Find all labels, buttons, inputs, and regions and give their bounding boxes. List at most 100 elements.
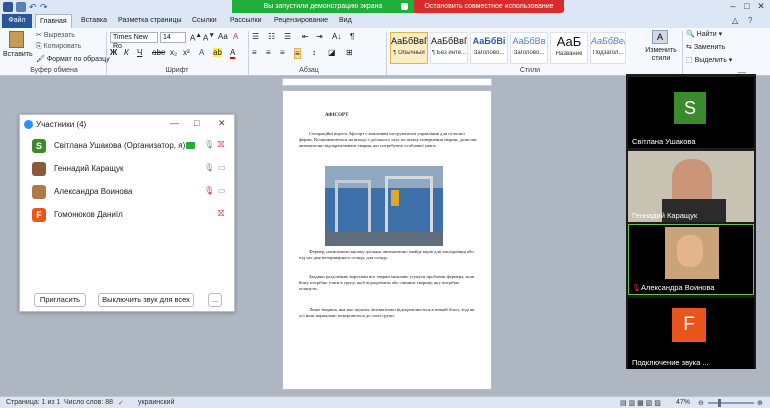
video-tile[interactable]: S Світлана Ушакова <box>628 77 754 148</box>
style-no-spacing[interactable]: АаБбВвГг, ¶ Без инте... <box>430 32 468 64</box>
minimize-icon[interactable]: – <box>726 1 740 12</box>
video-off-icon[interactable]: ⛝ <box>218 209 224 219</box>
page-count[interactable]: Страница: 1 из 1 <box>6 399 60 406</box>
more-button[interactable]: ... <box>208 293 222 307</box>
document-page[interactable]: АФІСОРТ Сепараційні ворота Афісорт є важ… <box>282 90 492 390</box>
tab-home[interactable]: Главная <box>35 14 72 28</box>
paste-button[interactable]: Вставить <box>3 31 33 63</box>
shading-icon[interactable]: ◪ <box>328 48 336 57</box>
replace-button[interactable]: ⇆ Заменить <box>686 43 725 51</box>
justify-icon[interactable]: ≡ <box>294 48 301 59</box>
horizontal-ruler[interactable] <box>282 78 492 86</box>
mute-all-button[interactable]: Выключить звук для всех <box>98 293 194 307</box>
video-icon[interactable]: ▭ <box>218 186 226 195</box>
save-icon[interactable] <box>16 2 26 12</box>
minimize-ribbon-icon[interactable]: △ <box>728 14 742 28</box>
shrink-font-icon[interactable]: A▼ <box>203 32 215 43</box>
zoom-slider-thumb[interactable] <box>718 399 721 407</box>
tab-page-layout[interactable]: Разметка страницы <box>114 14 186 28</box>
minimize-icon[interactable]: — <box>170 118 179 128</box>
style-title[interactable]: АаБ Название <box>550 32 588 64</box>
underline-icon[interactable]: Ч <box>137 48 142 57</box>
show-marks-icon[interactable]: ¶ <box>350 32 354 41</box>
spelling-icon[interactable]: ✓ <box>118 399 124 407</box>
numbering-icon[interactable]: ☷ <box>268 32 275 41</box>
video-icon[interactable]: ▭ <box>218 163 226 172</box>
undo-icon[interactable]: ↶ <box>29 2 39 12</box>
superscript-icon[interactable]: x² <box>183 48 190 57</box>
strikethrough-icon[interactable]: abe <box>152 48 165 57</box>
close-icon[interactable]: ✕ <box>218 118 226 129</box>
maximize-icon[interactable]: □ <box>740 1 754 12</box>
zoom-level[interactable]: 47% <box>676 399 690 406</box>
video-tile-active[interactable]: Александра Воинова 🎙 <box>628 224 754 295</box>
participant-row[interactable]: F Гомонюков Даниїл ⛝ <box>20 204 234 226</box>
video-tile[interactable]: F Подключение звука ... <box>628 298 754 369</box>
tab-insert[interactable]: Вставка <box>77 14 111 28</box>
pause-icon[interactable] <box>401 3 408 10</box>
change-styles-button[interactable]: A Изменить стили <box>640 30 680 64</box>
style-heading-1[interactable]: АаБбВі Заголово... <box>470 32 508 64</box>
stop-share-button[interactable]: Остановить совместное использование <box>414 0 564 13</box>
zoom-out-icon[interactable]: ⊖ <box>698 399 704 407</box>
subscript-icon[interactable]: x₂ <box>170 48 177 57</box>
bold-icon[interactable]: Ж <box>110 48 117 57</box>
participant-row[interactable]: S Світлана Ушакова (Организатор, я) 🎙 ⛝ <box>20 135 234 157</box>
word-app-icon <box>3 2 13 12</box>
highlight-icon[interactable]: ab <box>213 48 222 57</box>
sort-icon[interactable]: A↓ <box>332 32 341 41</box>
select-button[interactable]: ⬚ Выделить ▾ <box>686 56 732 64</box>
document-paragraph: Завдяки розділенню воротами все тварин м… <box>299 274 475 291</box>
format-painter-button[interactable]: 🖌 Формат по образцу <box>36 55 110 63</box>
participant-row[interactable]: Александра Воинова 🎙 ▭ <box>20 181 234 203</box>
increase-indent-icon[interactable]: ⇥ <box>316 32 323 41</box>
paste-icon <box>9 31 24 48</box>
style-heading-2[interactable]: АаБбВв Заголово... <box>510 32 548 64</box>
multilevel-list-icon[interactable]: ☰ <box>284 32 291 41</box>
gate-photo[interactable] <box>325 166 443 246</box>
font-name-combo[interactable]: Times New Ro <box>110 32 158 50</box>
bullets-icon[interactable]: ☰ <box>252 32 259 41</box>
view-buttons[interactable]: ▤ ▥ ▦ ▧ ▨ <box>620 399 661 407</box>
participant-row[interactable]: Геннадий Каращук 🎙 ▭ <box>20 158 234 180</box>
zoom-slider[interactable] <box>708 402 754 404</box>
tab-view[interactable]: Вид <box>335 14 356 28</box>
align-left-icon[interactable]: ≡ <box>252 48 257 57</box>
italic-icon[interactable]: К <box>124 48 129 57</box>
style-subtitle[interactable]: АаБбВеІ Подзагол... <box>590 32 626 64</box>
video-off-icon[interactable]: ⛝ <box>218 140 224 150</box>
microphone-icon[interactable]: 🎙 <box>204 163 214 172</box>
clear-format-icon[interactable]: A <box>233 32 238 41</box>
line-spacing-icon[interactable]: ↕ <box>312 48 316 57</box>
panel-minimize-icon[interactable]: — <box>738 68 746 77</box>
word-count[interactable]: Число слов: 88 <box>64 399 113 406</box>
maximize-icon[interactable]: □ <box>194 118 199 128</box>
language-indicator[interactable]: украинский <box>138 399 175 406</box>
font-size-combo[interactable]: 14 <box>160 32 186 43</box>
microphone-icon[interactable]: 🎙 <box>204 140 214 149</box>
change-case-icon[interactable]: Aa <box>218 32 228 41</box>
tab-references[interactable]: Ссылки <box>188 14 221 28</box>
help-icon[interactable]: ? <box>744 14 756 28</box>
video-tile[interactable]: Геннадий Каращук <box>628 151 754 222</box>
redo-icon[interactable]: ↷ <box>40 2 50 12</box>
tab-review[interactable]: Рецензирование <box>270 14 332 28</box>
style-normal[interactable]: АаБбВвГг, ¶ Обычный <box>390 32 428 64</box>
find-button[interactable]: 🔍 Найти ▾ <box>686 30 722 38</box>
grow-font-icon[interactable]: A▲ <box>190 32 202 43</box>
borders-icon[interactable]: ⊞ <box>346 48 353 57</box>
decrease-indent-icon[interactable]: ⇤ <box>302 32 309 41</box>
tab-file[interactable]: Файл <box>2 14 32 28</box>
font-color-icon[interactable]: A <box>230 48 236 59</box>
cut-button[interactable]: ✂ Вырезать <box>36 31 75 39</box>
align-right-icon[interactable]: ≡ <box>280 48 285 57</box>
invite-button[interactable]: Пригласить <box>34 293 86 307</box>
close-icon[interactable]: ✕ <box>754 1 768 12</box>
zoom-in-icon[interactable]: ⊕ <box>757 399 763 407</box>
microphone-muted-icon[interactable]: 🎙 <box>204 186 214 195</box>
participant-name: Геннадий Каращук <box>632 211 698 220</box>
align-center-icon[interactable]: ≡ <box>266 48 271 57</box>
tab-mailings[interactable]: Рассылки <box>226 14 265 28</box>
copy-button[interactable]: ⎘ Копировать <box>36 43 81 51</box>
text-effects-icon[interactable]: A <box>199 48 204 57</box>
